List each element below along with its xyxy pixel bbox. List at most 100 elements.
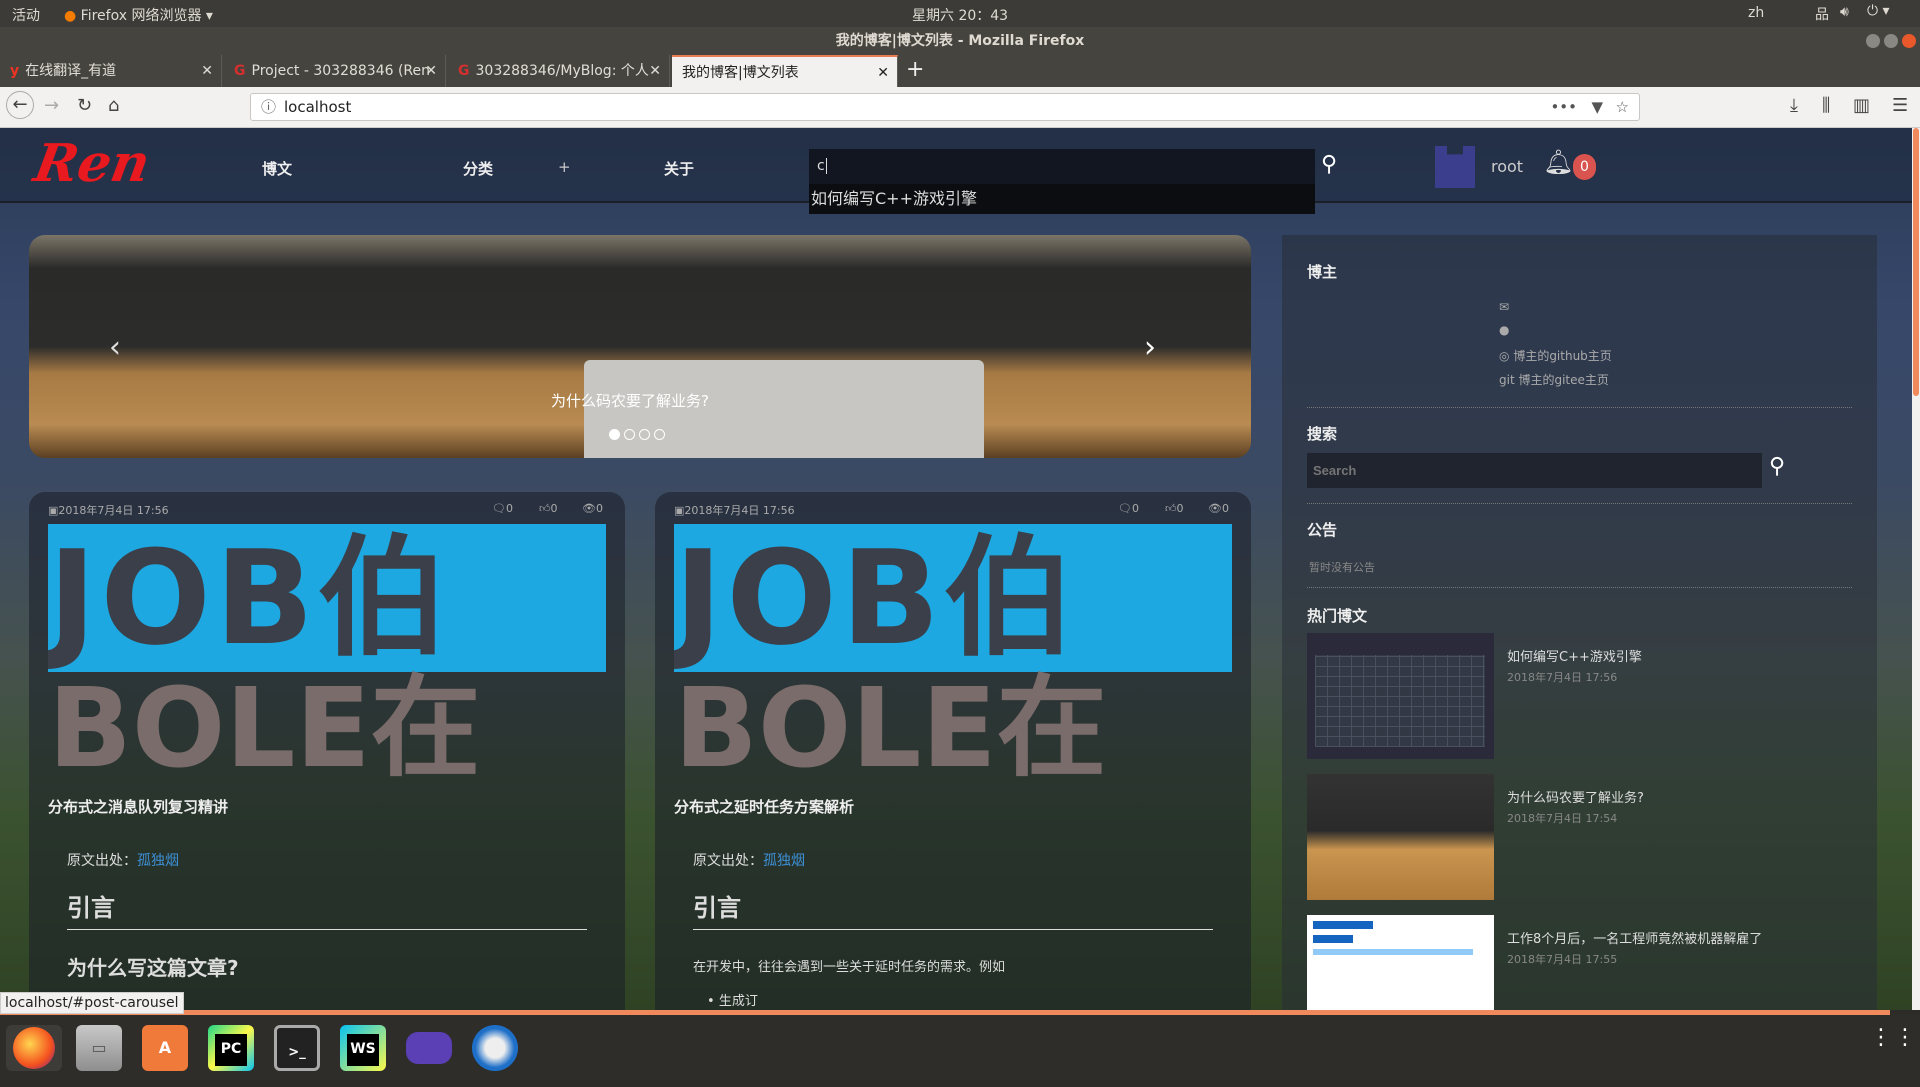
page-actions-icon[interactable]: ••• [1550,94,1577,120]
clock[interactable]: 星期六 20：43 [912,5,1008,25]
site-search-input[interactable]: c [809,149,1315,184]
post-title[interactable]: 分布式之延时任务方案解析 [674,796,854,817]
dock: ▭ A PC >_ WS ⋮⋮⋮ [0,1015,1920,1080]
bell-icon[interactable]: 🔔︎ [1543,148,1573,176]
scrollbar-thumb[interactable] [1913,128,1919,396]
language-indicator[interactable]: zh [1748,5,1764,21]
carousel-prev-icon[interactable]: ‹ [109,330,121,365]
pocket-icon[interactable]: ▼ [1591,94,1603,120]
web-page: Ren 博文 分类 + 关于 c 如何编写C++游戏引擎 ⚲ root 🔔︎ 0… [0,128,1912,1010]
carousel-caption[interactable]: 为什么码农要了解业务? [551,390,709,411]
navigation-toolbar: ← → ↻ ⌂ ⓘ localhost ••• ▼ ☆ ⤓ ⫼ ▥ ☰ [0,87,1920,128]
activities-button[interactable]: 活动 [12,5,40,25]
tab-myblog-repo[interactable]: G 303288346/MyBlog: 个人 ✕ [448,55,670,87]
window-title-bar: 我的博客|博文列表 - Mozilla Firefox [0,27,1920,55]
search-icon[interactable]: ⚲ [1321,152,1337,177]
hot-post-title[interactable]: 工作8个月后，一名工程师竟然被机器解雇了 [1507,928,1762,947]
bookmark-star-icon[interactable]: ☆ [1616,94,1629,120]
indicator[interactable] [639,429,650,440]
sidebar-search-icon[interactable]: ⚲ [1769,454,1785,479]
hot-post-title[interactable]: 为什么码农要了解业务? [1507,787,1644,806]
search-suggestion[interactable]: 如何编写C++游戏引擎 [809,184,1315,214]
close-window-button[interactable] [1902,34,1916,48]
dock-firefox[interactable] [6,1025,62,1071]
software-icon: A [158,1038,172,1057]
volume-icon[interactable]: 🔊︎ [1840,4,1849,20]
back-button[interactable]: ← [6,91,34,119]
post-title[interactable]: 分布式之消息队列复习精讲 [48,796,228,817]
menu-icon[interactable]: ☰ [1892,95,1908,116]
downloads-icon[interactable]: ⤓ [1790,95,1798,116]
hot-posts-heading: 热门博文 [1307,607,1368,625]
reload-button[interactable]: ↻ [77,95,92,116]
url-text: localhost [284,98,352,116]
notification-badge: 0 [1573,154,1596,180]
power-icon[interactable]: ⏻ ▾ [1867,3,1890,19]
home-button[interactable]: ⌂ [108,95,119,116]
url-bar[interactable]: ⓘ localhost ••• ▼ ☆ [250,93,1640,121]
dock-gba-emulator[interactable] [406,1032,452,1064]
nav-add[interactable]: + [558,158,571,176]
nav-categories[interactable]: 分类 [463,158,493,179]
dock-pycharm[interactable]: PC [208,1025,254,1071]
site-header: Ren 博文 分类 + 关于 c 如何编写C++游戏引擎 ⚲ root 🔔︎ 0 [0,128,1912,214]
hot-post-thumbnail[interactable] [1307,633,1494,759]
avatar[interactable] [1435,146,1475,188]
post-carousel[interactable]: ‹ › 为什么码农要了解业务? [29,235,1251,458]
forward-button[interactable]: → [44,95,59,116]
like-count[interactable]: 👍︎0 [539,502,558,515]
blogger-heading: 博主 [1307,263,1338,281]
new-tab-button[interactable]: + [906,57,924,82]
network-icon[interactable]: 品 [1815,4,1829,24]
close-tab-icon[interactable]: ✕ [877,57,889,87]
qq-icon[interactable]: ● [1499,323,1509,337]
nav-about[interactable]: 关于 [664,158,694,179]
username[interactable]: root [1491,157,1523,176]
post-heading: 引言 [693,888,1213,930]
gitee-link[interactable]: git 博主的gitee主页 [1499,371,1609,388]
close-tab-icon[interactable]: ✕ [649,55,661,87]
indicator-active[interactable] [609,429,620,440]
indicator[interactable] [624,429,635,440]
dock-files[interactable]: ▭ [76,1025,122,1071]
tab-label: 303288346/MyBlog: 个人 [475,63,649,79]
tab-blog-list[interactable]: 我的博客|博文列表 ✕ [672,55,898,87]
close-tab-icon[interactable]: ✕ [425,55,437,87]
tab-label: 在线翻译_有道 [25,63,117,79]
library-icon[interactable]: ⫼ [1822,95,1830,116]
show-apps-icon[interactable]: ⋮⋮⋮ [1870,1027,1920,1049]
page-scrollbar[interactable] [1912,128,1920,1010]
tab-project[interactable]: G Project - 303288346 (Ren ✕ [224,55,446,87]
dock-software[interactable]: A [142,1025,188,1071]
indicator[interactable] [654,429,665,440]
site-logo[interactable]: Ren [30,133,155,194]
post-source: 原文出处：孤独烟 [67,853,179,869]
minimize-button[interactable] [1866,34,1880,48]
sidebar-icon[interactable]: ▥ [1853,95,1870,116]
system-top-bar: 活动 ● Firefox 网络浏览器 ▾ 星期六 20：43 zh 品 🔊︎ ⏻… [0,0,1920,27]
sidebar-search-input[interactable] [1307,453,1762,488]
dock-thunderbird[interactable] [472,1025,518,1071]
source-link[interactable]: 孤独烟 [137,853,179,869]
post-thumbnail[interactable]: JOB伯 BOLE在 [674,524,1232,784]
hot-post-title[interactable]: 如何编写C++游戏引擎 [1507,646,1642,665]
carousel-next-icon[interactable]: › [1144,330,1156,365]
app-menu-label: Firefox 网络浏览器 [80,8,202,24]
github-link[interactable]: ◎ 博主的github主页 [1499,347,1612,364]
tab-label: 我的博客|博文列表 [682,65,799,81]
source-link[interactable]: 孤独烟 [763,853,805,869]
search-value: c [817,158,825,174]
hot-post-thumbnail[interactable] [1307,915,1494,1010]
nav-posts[interactable]: 博文 [262,158,292,179]
tab-youdao[interactable]: y 在线翻译_有道 ✕ [0,55,222,87]
maximize-button[interactable] [1884,34,1898,48]
app-menu[interactable]: ● Firefox 网络浏览器 ▾ [64,5,213,25]
post-thumbnail[interactable]: JOB伯 BOLE在 [48,524,606,784]
email-icon[interactable]: ✉ [1499,300,1509,314]
like-count[interactable]: 👍︎0 [1165,502,1184,515]
dock-terminal[interactable]: >_ [274,1025,320,1071]
firefox-icon [13,1027,55,1069]
dock-webstorm[interactable]: WS [340,1025,386,1071]
hot-post-thumbnail[interactable] [1307,774,1494,900]
close-tab-icon[interactable]: ✕ [201,55,213,87]
